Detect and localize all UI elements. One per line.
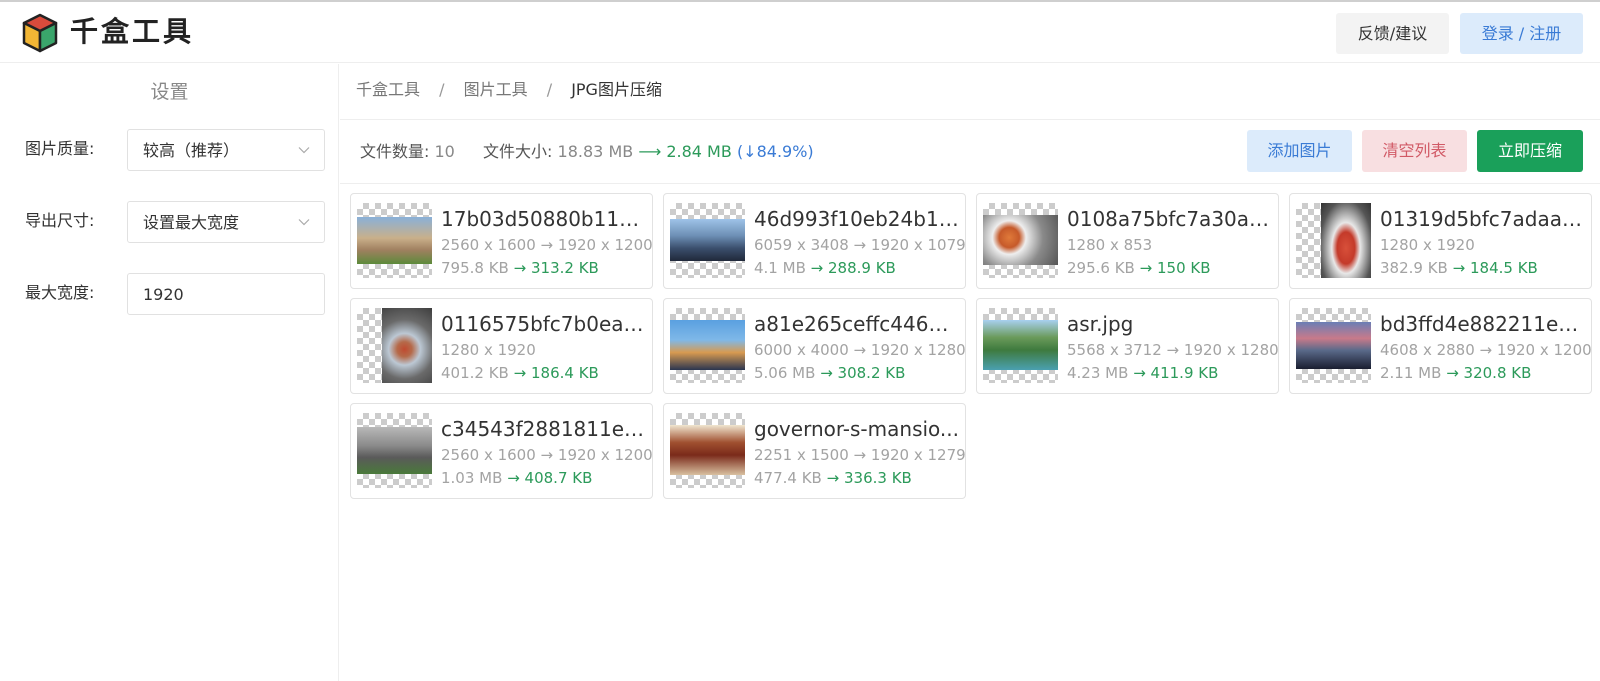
file-thumbnail	[983, 203, 1058, 278]
arrow-right-icon: ⟶	[638, 142, 662, 161]
file-card[interactable]: 01319d5bfc7adaa8... 1280 x 1920 382.9 KB…	[1289, 193, 1592, 289]
file-dimensions: 1280 x 1920	[1380, 236, 1475, 254]
breadcrumb: 千盒工具 / 图片工具 / JPG图片压缩	[356, 78, 662, 102]
file-thumbnail	[670, 308, 745, 383]
file-size: 1.03 MB → 408.7 KB	[441, 469, 593, 487]
breadcrumb-separator: /	[546, 80, 553, 99]
file-name: 17b03d50880b11e...	[441, 207, 647, 231]
file-thumbnail	[983, 308, 1058, 383]
chevron-down-icon	[298, 147, 310, 154]
file-dimensions: 1280 x 1920	[441, 341, 536, 359]
file-thumbnail	[357, 413, 432, 488]
file-size: 4.1 MB → 288.9 KB	[754, 259, 896, 277]
file-name: bd3ffd4e882211eb...	[1380, 312, 1586, 336]
file-name: asr.jpg	[1067, 312, 1134, 336]
feedback-button[interactable]: 反馈/建议	[1336, 13, 1449, 54]
file-card[interactable]: governor-s-mansio... 2251 x 1500 → 1920 …	[663, 403, 966, 499]
breadcrumb-separator: /	[439, 80, 445, 99]
file-dimensions: 1280 x 853	[1067, 236, 1153, 254]
file-thumbnail	[1296, 203, 1371, 278]
header: 千盒工具 反馈/建议 登录 / 注册	[0, 2, 1600, 63]
file-size: 795.8 KB → 313.2 KB	[441, 259, 599, 277]
app-title: 千盒工具	[70, 15, 195, 48]
file-card[interactable]: a81e265ceffc44688... 6000 x 4000 → 1920 …	[663, 298, 966, 394]
file-name: 01319d5bfc7adaa8...	[1380, 207, 1586, 231]
file-thumbnail	[357, 203, 432, 278]
file-dimensions: 4608 x 2880 → 1920 x 1200	[1380, 341, 1592, 359]
file-size: 295.6 KB → 150 KB	[1067, 259, 1211, 277]
file-dimensions: 2251 x 1500 → 1920 x 1279	[754, 446, 966, 464]
file-card[interactable]: bd3ffd4e882211eb... 4608 x 2880 → 1920 x…	[1289, 298, 1592, 394]
file-thumbnail	[357, 308, 432, 383]
divider	[340, 119, 1600, 120]
file-card[interactable]: 0108a75bfc7a30a8... 1280 x 853 295.6 KB …	[976, 193, 1279, 289]
cube-logo-icon	[22, 13, 58, 53]
file-dimensions: 2560 x 1600 → 1920 x 1200	[441, 446, 653, 464]
file-size-after: 2.84 MB	[666, 142, 732, 161]
file-size: 4.23 MB → 411.9 KB	[1067, 364, 1219, 382]
file-dimensions: 2560 x 1600 → 1920 x 1200	[441, 236, 653, 254]
file-name: c34543f2881811eb...	[441, 417, 647, 441]
file-size: 401.2 KB → 186.4 KB	[441, 364, 599, 382]
file-name: 0116575bfc7b0ea8...	[441, 312, 647, 336]
file-name: governor-s-mansio...	[754, 417, 959, 441]
file-size-label: 文件大小:	[483, 142, 553, 161]
file-dimensions: 6000 x 4000 → 1920 x 1280	[754, 341, 966, 359]
file-dimensions: 5568 x 3712 → 1920 x 1280	[1067, 341, 1279, 359]
file-summary: 文件数量: 10 文件大小: 18.83 MB ⟶ 2.84 MB (↓84.9…	[360, 140, 814, 164]
breadcrumb-home[interactable]: 千盒工具	[356, 80, 420, 99]
divider	[340, 183, 1600, 184]
file-thumbnail	[1296, 308, 1371, 383]
breadcrumb-image-tools[interactable]: 图片工具	[464, 80, 528, 99]
clear-list-button[interactable]: 清空列表	[1362, 130, 1467, 172]
file-name: a81e265ceffc44688...	[754, 312, 960, 336]
compress-now-button[interactable]: 立即压缩	[1477, 130, 1583, 172]
chevron-down-icon	[298, 219, 310, 226]
file-size: 477.4 KB → 336.3 KB	[754, 469, 912, 487]
sidebar-title: 设置	[150, 81, 189, 103]
quality-select[interactable]: 较高（推荐）	[127, 129, 325, 171]
compression-ratio: (↓84.9%)	[736, 142, 814, 161]
file-card[interactable]: 46d993f10eb24b19... 6059 x 3408 → 1920 x…	[663, 193, 966, 289]
file-thumbnail	[670, 413, 745, 488]
file-card[interactable]: 17b03d50880b11e... 2560 x 1600 → 1920 x …	[350, 193, 653, 289]
file-count-label: 文件数量:	[360, 142, 430, 161]
file-size: 2.11 MB → 320.8 KB	[1380, 364, 1532, 382]
file-size: 382.9 KB → 184.5 KB	[1380, 259, 1538, 277]
file-card[interactable]: 0116575bfc7b0ea8... 1280 x 1920 401.2 KB…	[350, 298, 653, 394]
file-name: 0108a75bfc7a30a8...	[1067, 207, 1273, 231]
quality-label: 图片质量:	[25, 139, 95, 158]
size-select-value: 设置最大宽度	[143, 213, 240, 232]
file-count-value: 10	[434, 142, 455, 161]
add-image-button[interactable]: 添加图片	[1247, 130, 1352, 172]
file-size-before: 18.83 MB	[557, 142, 634, 161]
file-card[interactable]: c34543f2881811eb... 2560 x 1600 → 1920 x…	[350, 403, 653, 499]
file-card[interactable]: asr.jpg 5568 x 3712 → 1920 x 1280 4.23 M…	[976, 298, 1279, 394]
file-size: 5.06 MB → 308.2 KB	[754, 364, 906, 382]
file-name: 46d993f10eb24b19...	[754, 207, 960, 231]
size-label: 导出尺寸:	[25, 211, 95, 230]
login-register-button[interactable]: 登录 / 注册	[1460, 13, 1583, 54]
file-dimensions: 6059 x 3408 → 1920 x 1079	[754, 236, 966, 254]
breadcrumb-current: JPG图片压缩	[571, 80, 662, 99]
quality-select-value: 较高（推荐）	[143, 141, 240, 160]
size-select[interactable]: 设置最大宽度	[127, 201, 325, 243]
max-width-label: 最大宽度:	[25, 283, 95, 302]
max-width-input[interactable]	[127, 273, 325, 315]
settings-sidebar: 设置 图片质量: 较高（推荐） 导出尺寸: 设置最大宽度 最大宽度:	[0, 64, 339, 681]
file-thumbnail	[670, 203, 745, 278]
